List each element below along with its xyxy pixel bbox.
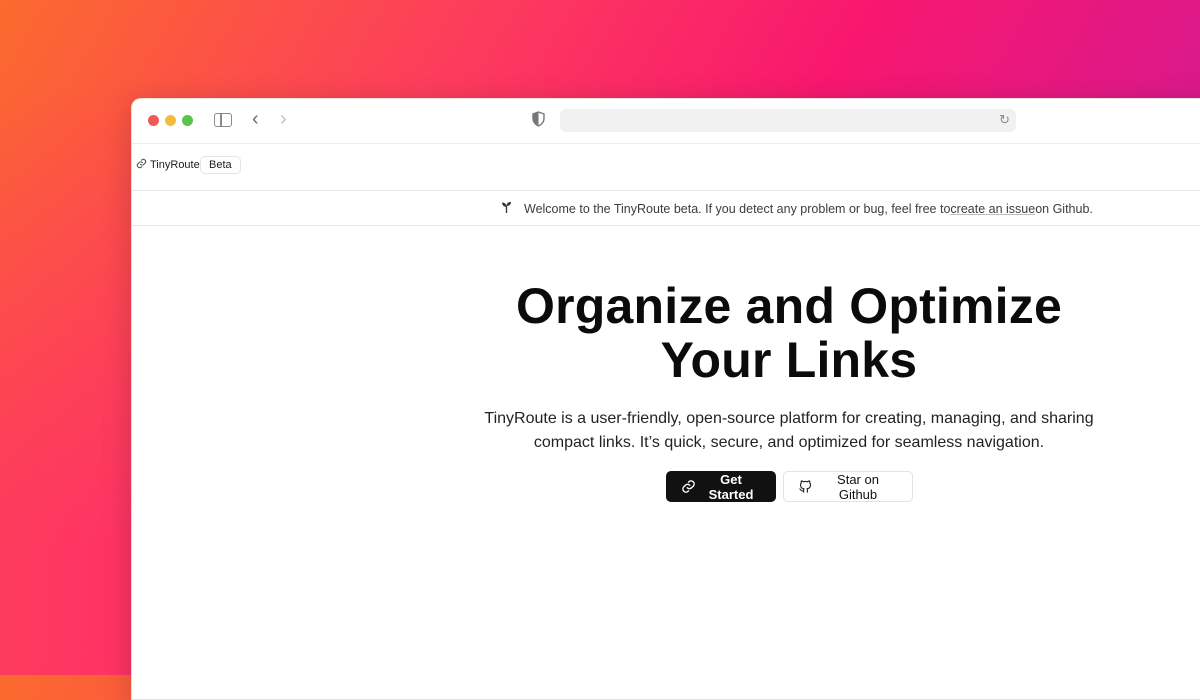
banner-text-end: on Github. <box>1035 201 1093 216</box>
reload-icon[interactable]: ↻ <box>999 112 1010 128</box>
get-started-button[interactable]: Get Started <box>665 471 776 502</box>
announcement-banner: Welcome to the TinyRoute beta. If you de… <box>132 191 1200 226</box>
forward-arrow-icon[interactable]: › <box>280 108 287 131</box>
shield-icon[interactable] <box>532 111 545 127</box>
link-icon <box>681 480 695 493</box>
beta-badge: Beta <box>200 156 241 174</box>
close-window-button[interactable] <box>148 115 159 126</box>
hero-section: Organize and Optimize Your Links TinyRou… <box>432 279 1146 502</box>
address-bar[interactable]: ↻ <box>560 109 1016 132</box>
browser-toolbar: ‹ › ↻ <box>132 99 1200 144</box>
create-issue-link[interactable]: create an issue <box>950 202 1035 216</box>
back-arrow-icon[interactable]: ‹ <box>252 108 259 131</box>
link-icon <box>136 158 147 172</box>
hero-subtitle: TinyRoute is a user-friendly, open-sourc… <box>484 410 1094 451</box>
hero-title: Organize and Optimize Your Links <box>432 279 1146 387</box>
star-on-github-label: Star on Github <box>837 471 879 502</box>
hero-title-line1: Organize and Optimize <box>516 278 1062 334</box>
hero-title-line2: Your Links <box>660 332 918 388</box>
sidebar-toggle-icon[interactable] <box>214 113 232 127</box>
app-logo[interactable]: TinyRoute <box>136 158 200 172</box>
app-name: TinyRoute <box>150 159 200 171</box>
app-header: TinyRoute Beta <box>132 144 1200 191</box>
cta-group: Get Started Star on Github <box>432 471 1146 502</box>
github-icon <box>798 480 811 493</box>
sprout-icon <box>501 201 512 216</box>
banner-text: Welcome to the TinyRoute beta. If you de… <box>524 201 951 216</box>
star-on-github-button[interactable]: Star on Github <box>782 471 913 502</box>
browser-window: ‹ › ↻ TinyRoute Beta Welcome to the Tiny… <box>131 98 1200 700</box>
get-started-label: Get Started <box>708 471 754 502</box>
minimize-window-button[interactable] <box>165 115 176 126</box>
maximize-window-button[interactable] <box>182 115 193 126</box>
